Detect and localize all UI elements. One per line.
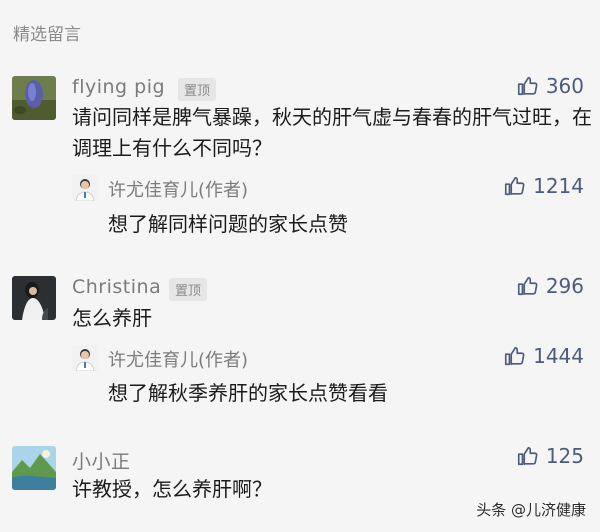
user-avatar[interactable] bbox=[12, 446, 56, 490]
reply-like-button[interactable]: 1444 bbox=[503, 344, 584, 368]
pinned-badge: 置顶 bbox=[178, 78, 217, 101]
reply-text: 想了解同样问题的家长点赞 bbox=[108, 212, 348, 236]
watermark: 头条 @儿济健康 bbox=[476, 501, 586, 519]
comment-text: 怎么养肝 bbox=[72, 306, 152, 330]
reply-text: 想了解秋季养肝的家长点赞看看 bbox=[108, 381, 388, 405]
reply-like-count: 1214 bbox=[533, 174, 584, 198]
username[interactable]: 小小正 bbox=[72, 447, 131, 474]
username[interactable]: flying pig bbox=[72, 76, 165, 98]
thumbs-up-icon bbox=[503, 345, 525, 367]
author-name[interactable]: 许尤佳育儿(作者) bbox=[108, 346, 248, 372]
like-count: 125 bbox=[545, 444, 584, 468]
like-button[interactable]: 296 bbox=[516, 274, 584, 298]
username[interactable]: Christina bbox=[72, 276, 161, 298]
like-count: 360 bbox=[545, 74, 584, 98]
thumbs-up-icon bbox=[516, 275, 538, 297]
thumbs-up-icon bbox=[516, 75, 538, 97]
author-name[interactable]: 许尤佳育儿(作者) bbox=[108, 176, 248, 202]
reply-like-button[interactable]: 1214 bbox=[503, 174, 584, 198]
user-avatar[interactable] bbox=[12, 276, 56, 320]
like-count: 296 bbox=[545, 274, 584, 298]
reply-like-count: 1444 bbox=[533, 344, 584, 368]
comment-text: 请问同样是脾气暴躁，秋天的肝气虚与春春的肝气过旺，在调理上有什么不同吗？ bbox=[72, 105, 592, 160]
thumbs-up-icon bbox=[503, 175, 525, 197]
section-title: 精选留言 bbox=[13, 25, 81, 45]
like-button[interactable]: 360 bbox=[516, 74, 584, 98]
thumbs-up-icon bbox=[516, 445, 538, 467]
user-avatar[interactable] bbox=[12, 76, 56, 120]
author-avatar[interactable] bbox=[72, 345, 98, 371]
like-button[interactable]: 125 bbox=[516, 444, 584, 468]
author-avatar[interactable] bbox=[72, 175, 98, 201]
pinned-badge: 置顶 bbox=[169, 278, 208, 301]
